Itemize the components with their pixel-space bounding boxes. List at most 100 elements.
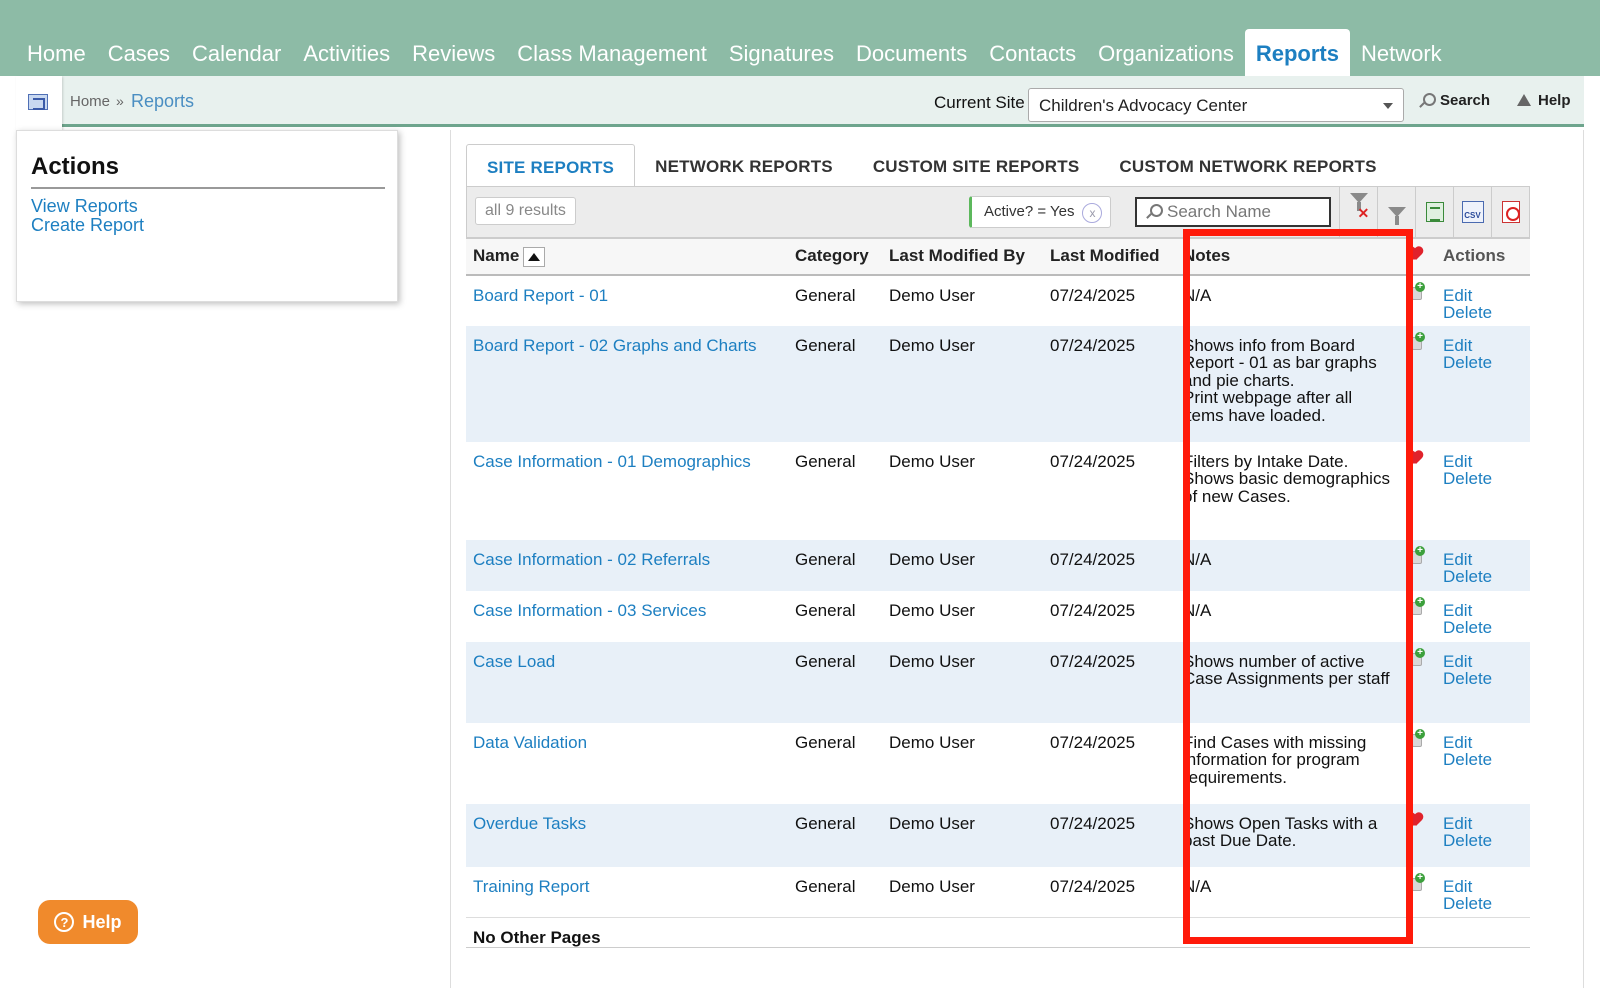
global-help-label: Help xyxy=(1538,92,1571,109)
edit-link[interactable]: Edit xyxy=(1443,452,1523,471)
nav-organizations[interactable]: Organizations xyxy=(1087,29,1245,76)
row-name-cell: Overdue Tasks xyxy=(466,803,788,867)
tab-custom-network-reports[interactable]: CUSTOM NETWORK REPORTS xyxy=(1099,144,1396,188)
row-note-line: Shows Open Tasks with a past Due Date. xyxy=(1183,813,1378,850)
edit-link[interactable]: Edit xyxy=(1443,601,1523,620)
row-name-cell: Data Validation xyxy=(466,723,788,804)
sort-ascending-icon[interactable] xyxy=(523,246,546,267)
row-favorite-cell[interactable] xyxy=(1400,723,1436,804)
delete-link[interactable]: Delete xyxy=(1443,895,1523,913)
results-count: all 9 results xyxy=(475,197,576,225)
nav-documents[interactable]: Documents xyxy=(845,29,978,76)
row-notes: Find Cases with missing information for … xyxy=(1176,723,1400,804)
breadcrumb-home[interactable]: Home xyxy=(70,93,110,110)
row-favorite-cell[interactable] xyxy=(1400,591,1436,642)
nav-calendar[interactable]: Calendar xyxy=(181,29,292,76)
edit-link[interactable]: Edit xyxy=(1443,877,1523,896)
add-favorite-icon[interactable] xyxy=(1407,545,1425,565)
row-favorite-cell[interactable] xyxy=(1400,641,1436,723)
delete-link[interactable]: Delete xyxy=(1443,470,1523,488)
nav-signatures[interactable]: Signatures xyxy=(718,29,845,76)
remove-filter-icon[interactable]: x xyxy=(1082,203,1103,223)
column-header-last-modified-by[interactable]: Last Modified By xyxy=(882,238,1043,276)
current-site-select[interactable]: Children's Advocacy Center xyxy=(1028,88,1404,122)
column-header-category[interactable]: Category xyxy=(788,238,882,276)
export-csv-button[interactable]: CSV xyxy=(1453,187,1491,237)
row-favorite-cell[interactable] xyxy=(1400,867,1436,918)
floating-help-button[interactable]: ? Help xyxy=(38,900,138,944)
column-header-name[interactable]: Name xyxy=(466,238,788,276)
nav-activities[interactable]: Activities xyxy=(292,29,401,76)
report-tabs: SITE REPORTS NETWORK REPORTS CUSTOM SITE… xyxy=(466,144,1397,188)
nav-class-management[interactable]: Class Management xyxy=(506,29,718,76)
report-name-link[interactable]: Case Information - 01 Demographics xyxy=(473,452,751,471)
tab-network-reports[interactable]: NETWORK REPORTS xyxy=(635,144,853,188)
global-search-button[interactable]: Search xyxy=(1418,92,1490,109)
delete-link[interactable]: Delete xyxy=(1443,354,1523,372)
row-favorite-cell[interactable] xyxy=(1400,325,1436,442)
report-name-link[interactable]: Case Load xyxy=(473,652,555,671)
export-pdf-button[interactable] xyxy=(1491,187,1529,237)
nav-cases[interactable]: Cases xyxy=(97,29,181,76)
nav-reports[interactable]: Reports xyxy=(1244,29,1350,76)
create-report-link[interactable]: Create Report xyxy=(31,215,144,236)
column-header-last-modified[interactable]: Last Modified xyxy=(1043,238,1176,276)
row-favorite-cell[interactable] xyxy=(1400,803,1436,867)
pagination-label: No Other Pages xyxy=(466,917,1530,948)
reports-table: Name Category Last Modified By Last Modi… xyxy=(466,238,1530,948)
add-favorite-icon[interactable] xyxy=(1407,872,1425,892)
clear-filters-button[interactable]: ✕ xyxy=(1339,187,1377,237)
reports-page-icon xyxy=(28,94,48,110)
edit-link[interactable]: Edit xyxy=(1443,652,1523,671)
nav-contacts[interactable]: Contacts xyxy=(978,29,1087,76)
report-name-link[interactable]: Case Information - 02 Referrals xyxy=(473,550,710,569)
tab-site-reports[interactable]: SITE REPORTS xyxy=(466,144,636,188)
report-name-link[interactable]: Board Report - 02 Graphs and Charts xyxy=(473,336,756,355)
delete-link[interactable]: Delete xyxy=(1443,619,1523,637)
favorite-heart-icon[interactable] xyxy=(1407,451,1423,465)
row-modified-date: 07/24/2025 xyxy=(1050,876,1136,896)
add-favorite-icon[interactable] xyxy=(1407,281,1425,301)
add-favorite-icon[interactable] xyxy=(1407,331,1425,351)
report-name-link[interactable]: Board Report - 01 xyxy=(473,286,608,305)
edit-link[interactable]: Edit xyxy=(1443,286,1523,305)
favorite-heart-icon[interactable] xyxy=(1407,813,1423,827)
nav-network[interactable]: Network xyxy=(1350,29,1453,76)
nav-reviews[interactable]: Reviews xyxy=(401,29,506,76)
report-name-link[interactable]: Training Report xyxy=(473,877,590,896)
row-favorite-cell[interactable] xyxy=(1400,539,1436,591)
delete-link[interactable]: Delete xyxy=(1443,670,1523,688)
report-name-link[interactable]: Case Information - 03 Services xyxy=(473,601,706,620)
nav-home[interactable]: Home xyxy=(16,29,97,76)
actions-divider xyxy=(31,187,385,189)
report-name-link[interactable]: Data Validation xyxy=(473,733,587,752)
delete-link[interactable]: Delete xyxy=(1443,304,1523,322)
breadcrumb-current[interactable]: Reports xyxy=(131,91,194,112)
active-filter-chip[interactable]: Active? = Yes x xyxy=(969,196,1112,228)
row-modified-date: 07/24/2025 xyxy=(1043,325,1176,442)
edit-link[interactable]: Edit xyxy=(1443,733,1523,752)
tab-custom-site-reports[interactable]: CUSTOM SITE REPORTS xyxy=(853,144,1100,188)
add-favorite-icon[interactable] xyxy=(1407,596,1425,616)
column-header-notes[interactable]: Notes xyxy=(1176,238,1400,276)
edit-link[interactable]: Edit xyxy=(1443,814,1523,833)
row-favorite-cell[interactable] xyxy=(1400,275,1436,326)
row-favorite-cell[interactable] xyxy=(1400,442,1436,540)
filter-button[interactable] xyxy=(1377,187,1415,237)
view-reports-link[interactable]: View Reports xyxy=(31,196,138,217)
row-modified-by: Demo User xyxy=(882,539,1043,591)
export-excel-button[interactable] xyxy=(1415,187,1453,237)
edit-link[interactable]: Edit xyxy=(1443,550,1523,569)
row-actions: Edit Delete xyxy=(1436,867,1530,918)
delete-link[interactable]: Delete xyxy=(1443,568,1523,586)
row-modified-date: 07/24/2025 xyxy=(1050,732,1136,752)
delete-link[interactable]: Delete xyxy=(1443,832,1523,850)
delete-link[interactable]: Delete xyxy=(1443,751,1523,769)
column-header-favorite[interactable] xyxy=(1400,238,1436,276)
add-favorite-icon[interactable] xyxy=(1407,728,1425,748)
report-name-link[interactable]: Overdue Tasks xyxy=(473,814,586,833)
global-help-button[interactable]: Help xyxy=(1514,92,1571,109)
add-favorite-icon[interactable] xyxy=(1407,647,1425,667)
edit-link[interactable]: Edit xyxy=(1443,336,1523,355)
search-name-input[interactable]: Search Name xyxy=(1135,197,1331,227)
